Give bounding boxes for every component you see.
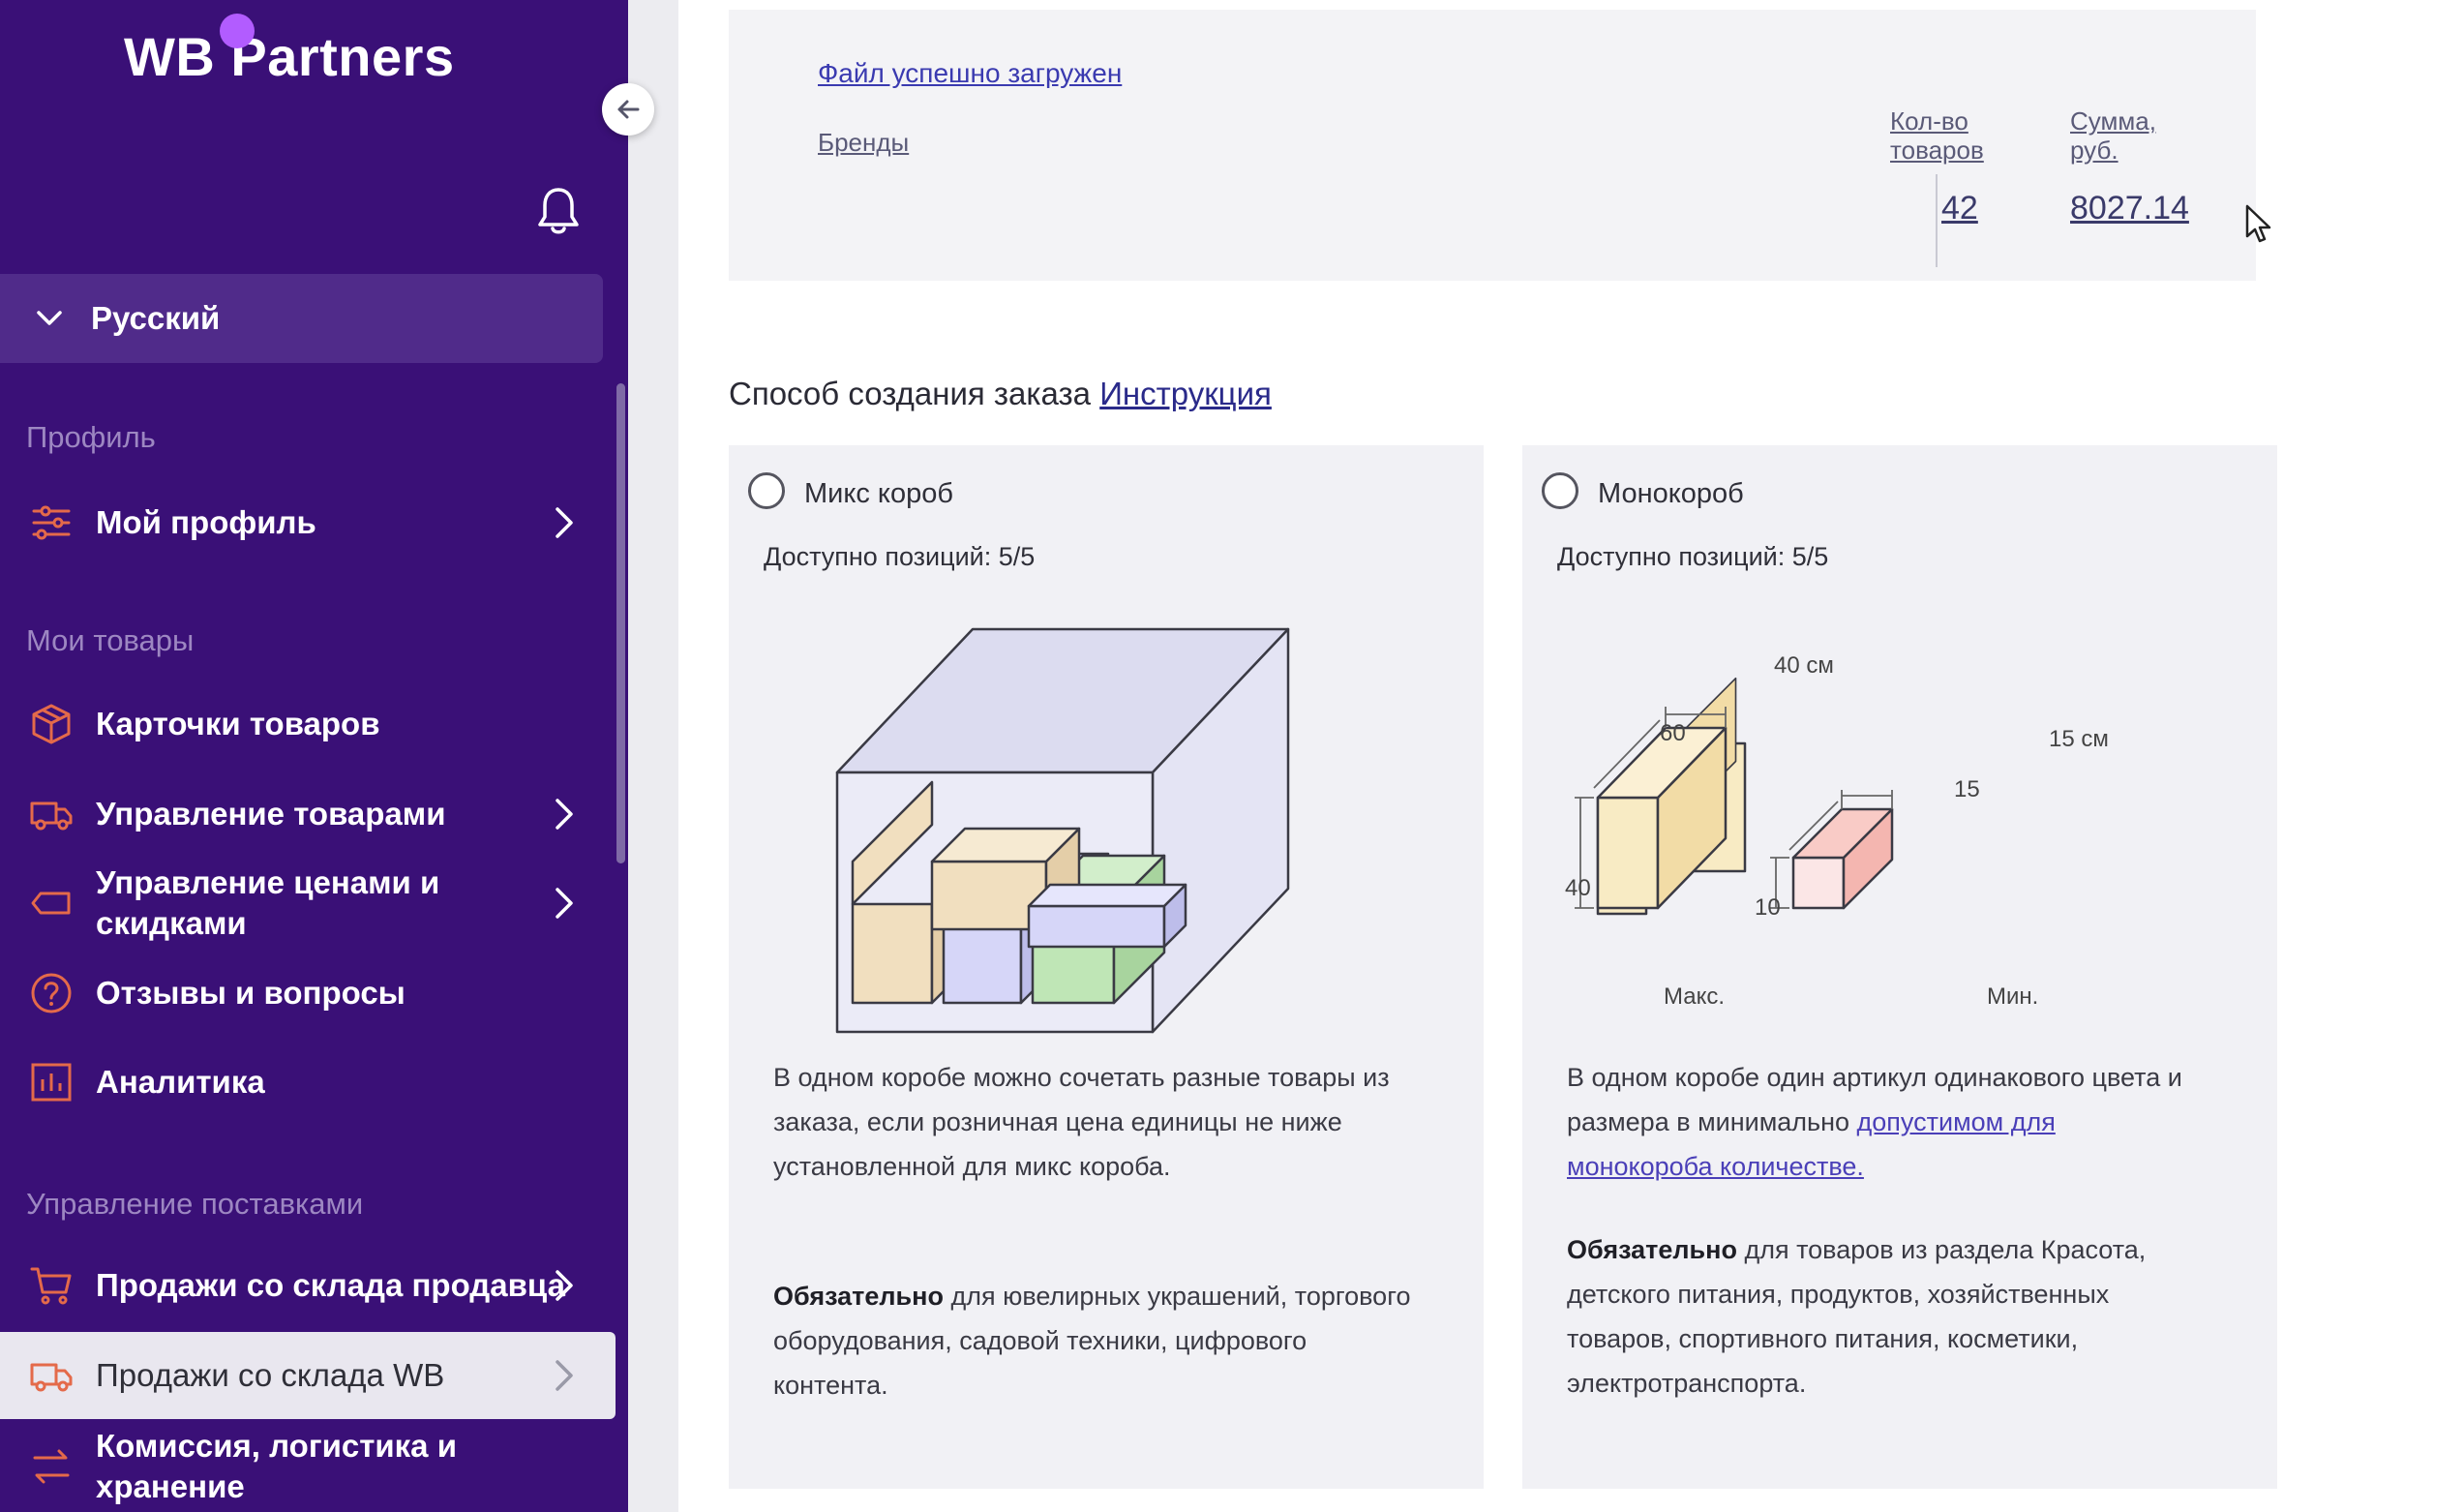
mono-box-illustrations	[1575, 707, 1894, 916]
min-width-label: 15 см	[2049, 726, 2109, 752]
sidebar-item-label: Аналитика	[96, 1064, 265, 1100]
sidebar-item-label: Комиссия, логистика и хранение	[96, 1428, 457, 1504]
mix-box-illustration	[835, 627, 1290, 1034]
mix-box-required-bold: Обязательно	[773, 1282, 944, 1311]
column-divider	[1936, 174, 1938, 267]
truck-icon	[30, 801, 73, 831]
truck-icon	[30, 1363, 73, 1392]
mono-box-required: Обязательно для товаров из раздела Красо…	[1567, 1227, 2206, 1406]
sum-header[interactable]: Сумма, руб.	[2070, 106, 2177, 165]
section-my-goods: Мои товары	[26, 623, 195, 657]
mono-box-option[interactable]: Монокороб Доступно позиций: 5/5 40 см 60…	[1522, 445, 2277, 1489]
box-icon	[32, 704, 71, 744]
cart-icon	[30, 1267, 72, 1305]
chart-icon	[31, 1063, 72, 1102]
bell-icon[interactable]	[535, 186, 582, 236]
order-method-title: Способ создания заказа Инструкция	[729, 376, 1272, 412]
tag-icon	[31, 892, 71, 915]
upload-summary-card: Файл успешно загружен Бренды Кол-во това…	[729, 10, 2256, 281]
sidebar-item-commission[interactable]: Комиссия, логистика и хранение	[0, 1423, 615, 1510]
chevron-down-icon	[37, 311, 62, 325]
sidebar-scrollbar[interactable]	[616, 383, 625, 863]
chevron-right-icon	[556, 799, 573, 830]
mono-box-description: В одном коробе один артикул одинакового …	[1567, 1055, 2206, 1189]
mono-box-required-bold: Обязательно	[1567, 1235, 1737, 1264]
sidebar-item-label: Отзывы и вопросы	[96, 975, 406, 1011]
instruction-link[interactable]: Инструкция	[1099, 376, 1272, 411]
sidebar-item-price-management[interactable]: Управление ценами и скидками	[0, 860, 615, 947]
max-caption: Макс.	[1664, 983, 1726, 1010]
min-length-label: 15	[1954, 776, 1980, 802]
mono-box-radio[interactable]	[1542, 472, 1578, 509]
mix-box-title: Микс короб	[804, 478, 953, 509]
sidebar-item-wb-warehouse[interactable]: Продажи со склада WB	[0, 1332, 616, 1419]
sidebar-item-seller-warehouse[interactable]: Продажи со склада продавца	[0, 1256, 615, 1315]
sidebar-item-my-profile[interactable]: Мой профиль	[0, 494, 615, 552]
max-width-label: 40 см	[1774, 652, 1834, 679]
max-length-label: 60	[1660, 720, 1686, 746]
sidebar-item-label: Карточки товаров	[96, 706, 380, 741]
sidebar-item-label: Мой профиль	[96, 504, 316, 540]
section-supply: Управление поставками	[26, 1187, 364, 1221]
qty-header[interactable]: Кол-во товаров	[1890, 106, 1997, 165]
mix-box-option[interactable]: Микс короб Доступно позиций: 5/5 В одном…	[729, 445, 1484, 1489]
chevron-right-icon	[556, 1270, 573, 1301]
mono-box-title: Монокороб	[1598, 478, 1744, 509]
mix-box-available: Доступно позиций: 5/5	[764, 542, 1036, 571]
brands-header[interactable]: Бренды	[818, 128, 909, 158]
arrows-icon	[33, 1449, 70, 1484]
sliders-icon	[32, 505, 71, 540]
sidebar-item-label: Управление товарами	[96, 796, 446, 832]
content-gutter	[628, 0, 678, 1512]
min-caption: Мин.	[1987, 983, 2039, 1010]
section-profile: Профиль	[26, 420, 156, 454]
sidebar-item-label: Управление ценами и скидками	[96, 864, 440, 941]
question-icon	[31, 973, 72, 1013]
sidebar-item-goods-management[interactable]: Управление товарами	[0, 785, 615, 843]
arrow-left-icon	[617, 100, 640, 119]
logo[interactable]: WB Partners	[124, 25, 455, 88]
mix-box-required: Обязательно для ювелирных украшений, тор…	[773, 1274, 1412, 1407]
sum-value[interactable]: 8027.14	[2070, 190, 2189, 227]
language-label: Русский	[91, 300, 221, 336]
qty-value[interactable]: 42	[1941, 190, 1978, 227]
sidebar-item-analytics[interactable]: Аналитика	[0, 1053, 615, 1111]
mix-box-radio[interactable]	[748, 472, 785, 509]
main-content: Файл успешно загружен Бренды Кол-во това…	[678, 0, 2464, 1512]
sidebar-item-reviews[interactable]: Отзывы и вопросы	[0, 964, 615, 1022]
order-method-label: Способ создания заказа	[729, 376, 1092, 411]
sidebar: WB Partners Русский Профиль Мой профиль …	[0, 0, 628, 1512]
logo-dot	[220, 14, 255, 48]
chevron-right-icon	[556, 507, 573, 538]
collapse-sidebar-button[interactable]	[602, 83, 654, 136]
language-selector[interactable]: Русский	[0, 274, 603, 363]
sidebar-item-product-cards[interactable]: Карточки товаров	[0, 695, 615, 753]
max-height-label: 40	[1565, 875, 1591, 901]
mono-box-available: Доступно позиций: 5/5	[1557, 542, 1829, 571]
sidebar-item-label: Продажи со склада продавца	[96, 1267, 565, 1303]
upload-status-link[interactable]: Файл успешно загружен	[818, 58, 1122, 89]
min-height-label: 10	[1755, 894, 1781, 921]
sidebar-item-label: Продажи со склада WB	[96, 1357, 445, 1393]
chevron-right-icon	[556, 1360, 573, 1391]
mouse-cursor-icon	[2245, 204, 2271, 243]
chevron-right-icon	[556, 888, 573, 919]
mix-box-description: В одном коробе можно сочетать разные тов…	[773, 1063, 1390, 1181]
